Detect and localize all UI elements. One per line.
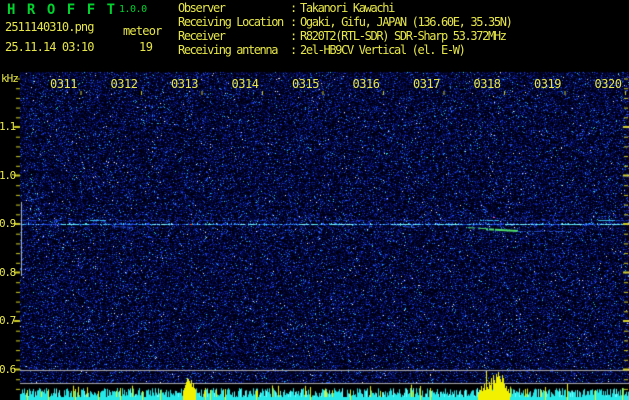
y-axis-unit-label: kHz [1,72,19,85]
separator: : [290,29,298,43]
observer-label: Observer [178,1,226,15]
info-row-location: Receiving Location : Ogaki, Gifu, JAPAN … [178,16,628,30]
separator: : [290,1,298,15]
hrofft-output: HROFFT 1.0.0 2511140310.png meteor 25.11… [0,0,629,400]
app-version: 1.0.0 [119,4,147,15]
antenna-label: Receiving antenna [178,43,278,57]
app-title: HROFFT [7,2,127,18]
observation-info: Observer : Takanori Kawachi Receiving Lo… [178,2,628,58]
info-row-receiver: Receiver : R820T2(RTL-SDR) SDR-Sharp 53.… [178,30,628,44]
location-label: Receiving Location [178,15,284,29]
receiver-label: Receiver [178,29,226,43]
observation-datetime: 25.11.14 03:10 [5,40,94,54]
echo-count: 19 [139,40,153,54]
spectrogram-canvas [0,60,629,400]
receiver-value: R820T2(RTL-SDR) SDR-Sharp 53.372MHz [300,29,507,43]
antenna-value: 2el-HB9CV Vertical (el. E-W) [300,43,466,57]
observation-mode: meteor [123,24,162,38]
separator: : [290,15,298,29]
info-row-observer: Observer : Takanori Kawachi [178,2,628,16]
observer-value: Takanori Kawachi [300,1,395,15]
separator: : [290,43,298,57]
info-row-antenna: Receiving antenna : 2el-HB9CV Vertical (… [178,44,628,58]
output-filename: 2511140310.png [5,20,94,34]
location-value: Ogaki, Gifu, JAPAN (136.60E, 35.35N) [300,15,513,29]
